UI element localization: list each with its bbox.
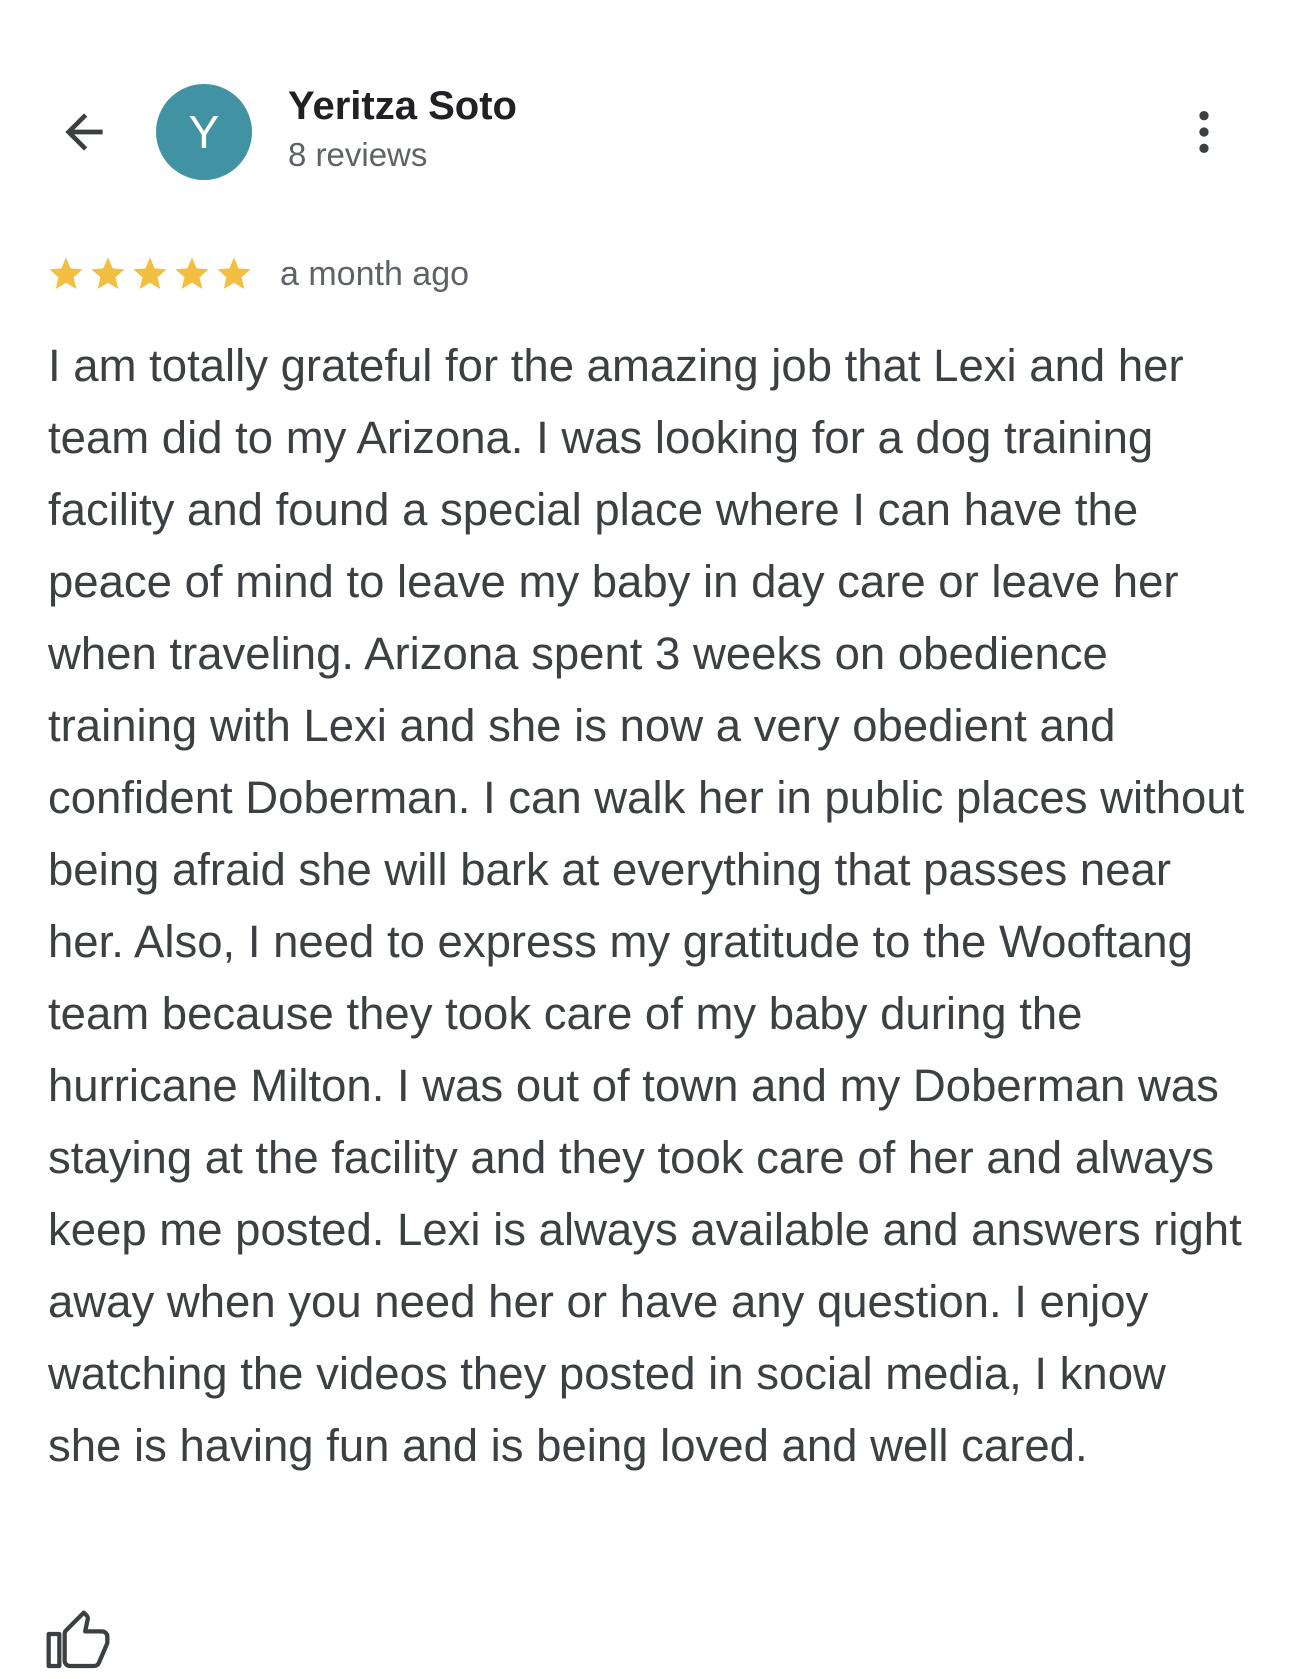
star-icon (175, 257, 209, 289)
arrow-back-icon (65, 113, 103, 151)
review-count: 8 reviews (288, 136, 428, 173)
reviewer-name[interactable]: Yeritza Soto (288, 84, 517, 129)
more-vert-icon (1199, 111, 1209, 153)
back-button[interactable] (48, 96, 120, 168)
avatar[interactable]: Y (156, 84, 252, 180)
avatar-letter: Y (188, 106, 220, 158)
star-icon (133, 257, 167, 289)
thumb-up-icon (46, 1610, 110, 1669)
review-text: I am totally grateful for the amazing jo… (48, 340, 1245, 1471)
rating-row: a month ago (46, 248, 469, 300)
more-options-button[interactable] (1176, 96, 1232, 168)
star-rating (46, 254, 254, 294)
review-time: a month ago (280, 254, 470, 293)
review-header: Y Yeritza Soto 8 reviews (0, 0, 1290, 210)
star-icon (49, 257, 83, 289)
like-button[interactable] (46, 1610, 110, 1674)
star-icon (91, 257, 125, 289)
star-icon (217, 257, 251, 289)
